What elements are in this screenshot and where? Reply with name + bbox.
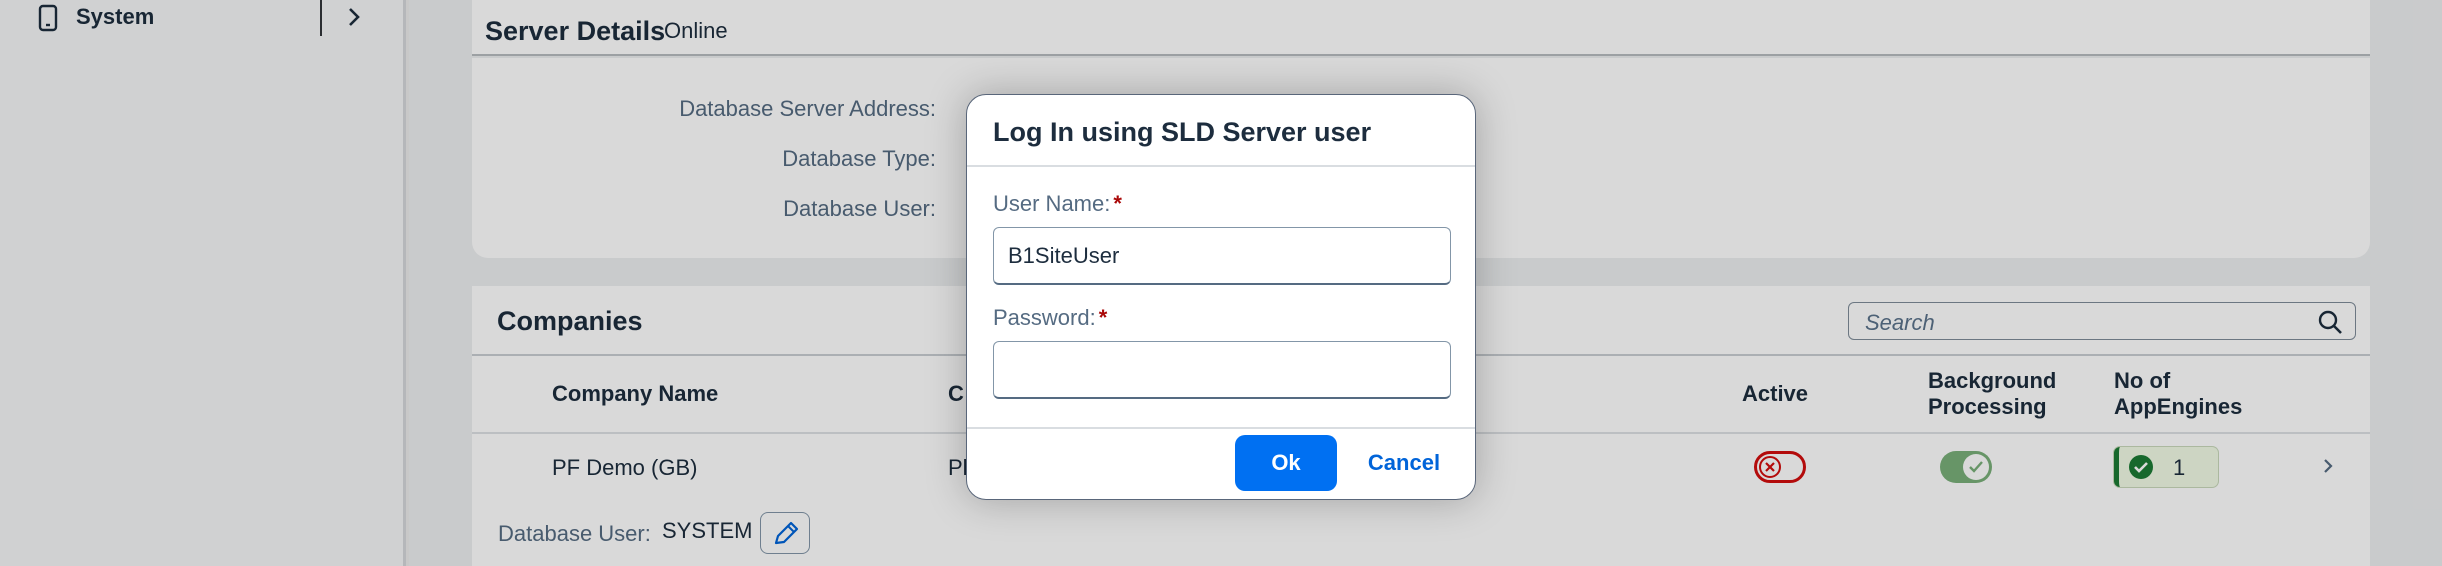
ok-button[interactable]: Ok	[1235, 435, 1337, 491]
password-label: Password: *	[993, 305, 1107, 331]
password-label-text: Password:	[993, 305, 1096, 330]
username-label-text: User Name:	[993, 191, 1111, 216]
dialog-footer: Ok Cancel	[967, 427, 1475, 499]
cancel-button[interactable]: Cancel	[1351, 435, 1457, 491]
required-marker: *	[1113, 191, 1122, 216]
login-dialog: Log In using SLD Server user User Name: *…	[966, 94, 1476, 500]
required-marker: *	[1098, 305, 1108, 330]
username-field[interactable]	[993, 227, 1451, 285]
dialog-title: Log In using SLD Server user	[993, 117, 1372, 147]
password-field[interactable]	[993, 341, 1451, 399]
dialog-header: Log In using SLD Server user	[967, 95, 1475, 167]
username-label: User Name: *	[993, 191, 1122, 217]
